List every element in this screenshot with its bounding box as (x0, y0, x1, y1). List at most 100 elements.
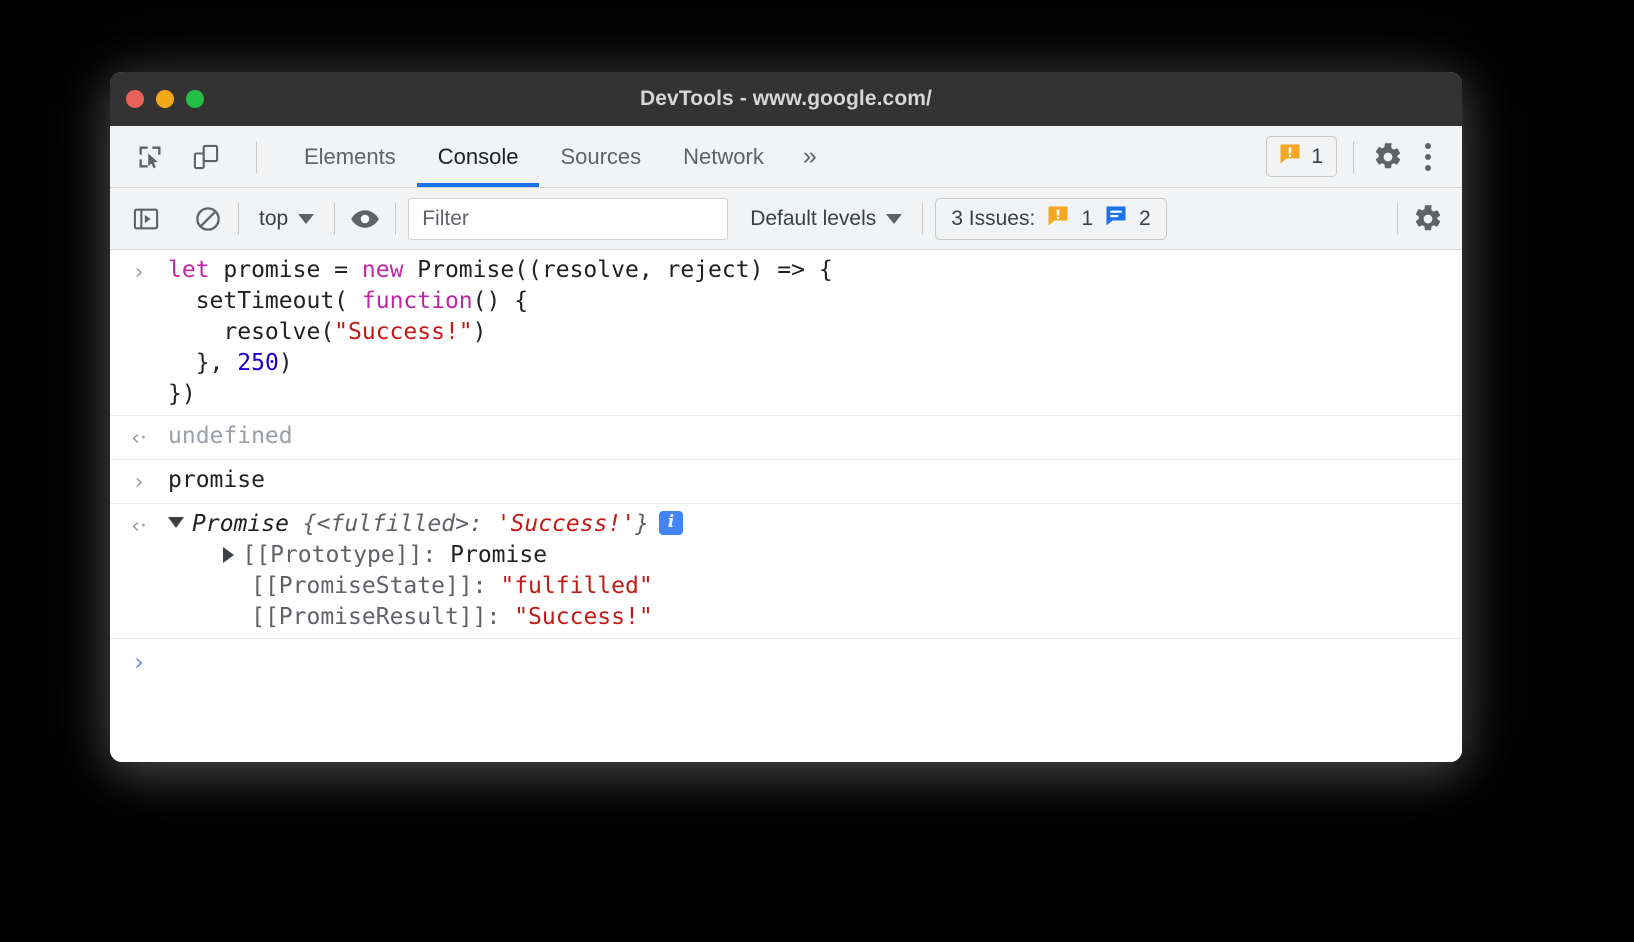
devtools-window: DevTools - www.google.com/ Elements Cons… (110, 72, 1462, 762)
console-prompt[interactable]: › (110, 638, 1462, 686)
disclosure-triangle-open-icon[interactable] (168, 517, 184, 528)
object-state: <fulfilled> (316, 511, 469, 537)
chevron-down-icon (886, 213, 903, 224)
message-text: undefined (168, 421, 1462, 452)
token-plain: ) (278, 350, 293, 376)
toolbar-divider-5 (1397, 202, 1398, 235)
clear-console-icon[interactable] (190, 201, 226, 237)
issues-info-icon (1104, 204, 1128, 234)
object-property-row[interactable]: [[Prototype]]: Promise (168, 542, 547, 568)
toolbar-divider-4 (922, 202, 924, 235)
device-toolbar-icon[interactable] (188, 139, 224, 175)
token-plain: setTimeout( (168, 288, 362, 314)
execution-context-selector[interactable]: top (251, 207, 322, 231)
kebab-menu-icon[interactable] (1410, 139, 1446, 175)
tabbar-right-actions: 1 (1266, 126, 1462, 187)
toolbar-divider-2 (334, 202, 336, 235)
object-colon: : (468, 511, 497, 537)
token-keyword: let (168, 257, 210, 283)
window-title: DevTools - www.google.com/ (640, 87, 932, 110)
property-value: "Success!" (514, 604, 653, 630)
token-keyword: function (361, 288, 473, 314)
tab-sources[interactable]: Sources (539, 126, 662, 187)
console-message-input[interactable]: › promise (110, 459, 1462, 503)
issues-badge[interactable]: 3 Issues: 1 2 (935, 197, 1167, 240)
token-plain: promise (168, 467, 265, 493)
log-level-selector[interactable]: Default levels (742, 207, 910, 231)
object-value: 'Success!' (496, 511, 636, 537)
object-constructor-name: Promise (192, 511, 289, 537)
close-window-button[interactable] (126, 90, 144, 108)
console-message-result-undefined[interactable]: ‹· undefined (110, 415, 1462, 459)
tab-sources-label: Sources (560, 143, 642, 169)
property-key: [[PromiseResult]]: (251, 604, 501, 630)
message-text: promise (168, 465, 1462, 496)
token-string: "Success!" (334, 319, 473, 345)
execution-context-label: top (259, 206, 289, 230)
kebab-dot (1425, 164, 1431, 171)
live-expression-icon[interactable] (347, 201, 383, 237)
message-gutter: ‹· (110, 509, 168, 542)
property-value: Promise (450, 542, 548, 568)
tab-console-label: Console (437, 143, 519, 169)
token-plain: Promise((resolve, reject) => { (403, 257, 833, 283)
log-level-label: Default levels (750, 206, 877, 230)
devtools-tabbar: Elements Console Sources Network » 1 (110, 126, 1462, 188)
issues-info-count: 2 (1139, 206, 1151, 230)
tab-network[interactable]: Network (662, 126, 785, 187)
token-plain: resolve( (168, 319, 335, 345)
gear-icon[interactable] (1370, 139, 1406, 175)
inspect-element-icon[interactable] (132, 139, 168, 175)
token-keyword: new (361, 257, 404, 283)
output-arrow-icon: ‹· (131, 426, 147, 451)
screenshot-stage: DevTools - www.google.com/ Elements Cons… (0, 0, 1634, 942)
object-brace-open: { (288, 511, 317, 537)
tabbar-divider (256, 140, 257, 173)
toolbar-divider-3 (395, 202, 397, 235)
token-plain: () { (472, 288, 529, 314)
message-text: let promise = new Promise((resolve, reje… (168, 255, 1462, 410)
filter-input[interactable] (408, 197, 729, 240)
console-toolbar: top Default levels 3 Issues: (110, 188, 1462, 250)
issues-warning-count: 1 (1081, 206, 1093, 230)
console-message-result-object[interactable]: ‹· Promise {<fulfilled>: 'Success!'} i [[… (110, 503, 1462, 638)
more-tabs-button[interactable]: » (785, 126, 833, 187)
console-output[interactable]: › let promise = new Promise((resolve, re… (110, 250, 1462, 762)
kebab-dot (1425, 142, 1431, 149)
message-gutter: ‹· (110, 421, 168, 454)
object-brace-close: } (635, 511, 650, 537)
token-number: 250 (237, 350, 279, 376)
message-gutter: › (110, 465, 168, 498)
token-plain: ) (472, 319, 487, 345)
panel-tabs: Elements Console Sources Network » (283, 126, 833, 187)
property-value: "fulfilled" (500, 573, 653, 599)
object-property-row[interactable]: [[PromiseState]]: "fulfilled" (168, 573, 653, 599)
token-plain: promise = (209, 257, 362, 283)
console-message-input[interactable]: › let promise = new Promise((resolve, re… (110, 250, 1462, 415)
message-gutter: › (110, 255, 168, 288)
minimize-window-button[interactable] (156, 90, 174, 108)
tab-console[interactable]: Console (416, 126, 540, 187)
zoom-window-button[interactable] (186, 90, 204, 108)
info-badge-icon[interactable]: i (659, 510, 684, 535)
warning-icon (1278, 142, 1302, 171)
issues-warning-icon (1046, 204, 1070, 234)
object-property-row[interactable]: [[PromiseResult]]: "Success!" (168, 604, 653, 630)
chevron-double-right-icon: » (802, 142, 817, 170)
property-key: [[Prototype]]: (242, 542, 437, 568)
object-header[interactable]: Promise {<fulfilled>: 'Success!'} i (168, 510, 684, 537)
console-settings-gear-icon[interactable] (1410, 201, 1446, 237)
token-plain: }) (168, 381, 196, 407)
prompt-caret-icon: › (134, 648, 144, 676)
warning-count-badge[interactable]: 1 (1266, 136, 1337, 177)
token-plain: }, (168, 350, 238, 376)
output-arrow-icon: ‹· (131, 514, 147, 539)
tab-elements[interactable]: Elements (283, 126, 417, 187)
window-titlebar: DevTools - www.google.com/ (110, 72, 1462, 126)
toolbar-divider-1 (238, 202, 239, 235)
object-preview: Promise {<fulfilled>: 'Success!'} i [[Pro… (168, 509, 1462, 633)
tab-elements-label: Elements (304, 143, 396, 169)
traffic-lights (110, 90, 204, 108)
disclosure-triangle-closed-icon[interactable] (223, 546, 235, 563)
console-sidebar-icon[interactable] (128, 201, 164, 237)
